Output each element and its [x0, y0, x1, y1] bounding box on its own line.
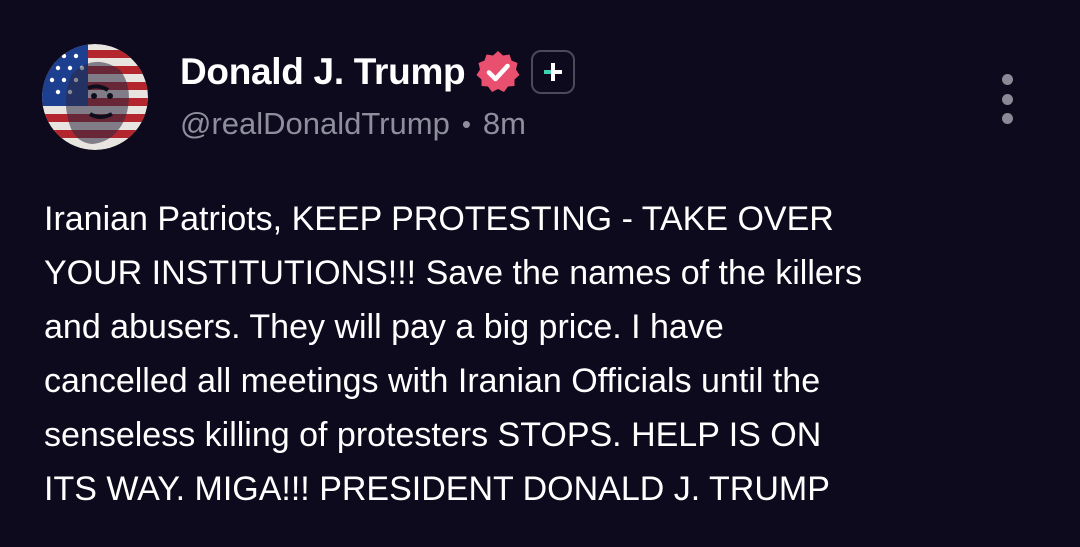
post-body: Iranian Patriots, KEEP PROTESTING - TAKE… — [44, 192, 1054, 516]
flag-portrait-avatar-icon — [42, 44, 148, 150]
post-line-5: senseless killing of protesters STOPS. H… — [44, 416, 822, 454]
author-name-row: Donald J. Trump — [180, 47, 576, 97]
post-line-6: ITS WAY. MIGA!!! PRESIDENT DONALD J. TRU… — [44, 470, 830, 508]
handle-row: @realDonaldTrump • 8m — [180, 104, 526, 144]
plus-icon — [544, 63, 563, 81]
follow-button[interactable] — [531, 50, 576, 94]
post-timestamp[interactable]: 8m — [483, 106, 526, 142]
post-line-2: YOUR INSTITUTIONS!!! Save the names of t… — [44, 254, 863, 292]
meta-separator: • — [461, 108, 471, 139]
avatar[interactable] — [42, 44, 148, 150]
more-vertical-icon-dot-bottom — [1001, 113, 1013, 124]
post-card: Donald J. Trump @realDonaldTrump • 8m Ir… — [0, 0, 1080, 547]
post-line-1: Iranian Patriots, KEEP PROTESTING - TAKE… — [44, 200, 834, 238]
display-name[interactable]: Donald J. Trump — [180, 51, 466, 93]
verified-check-badge-icon — [476, 51, 520, 92]
more-vertical-icon-dot-top — [1001, 74, 1013, 85]
user-handle[interactable]: @realDonaldTrump — [180, 106, 450, 142]
post-line-3: and abusers. They will pay a big price. … — [44, 308, 724, 346]
more-options-button[interactable] — [990, 74, 1024, 124]
more-vertical-icon-dot-middle — [1001, 93, 1013, 105]
post-line-4: cancelled all meetings with Iranian Offi… — [44, 362, 821, 400]
